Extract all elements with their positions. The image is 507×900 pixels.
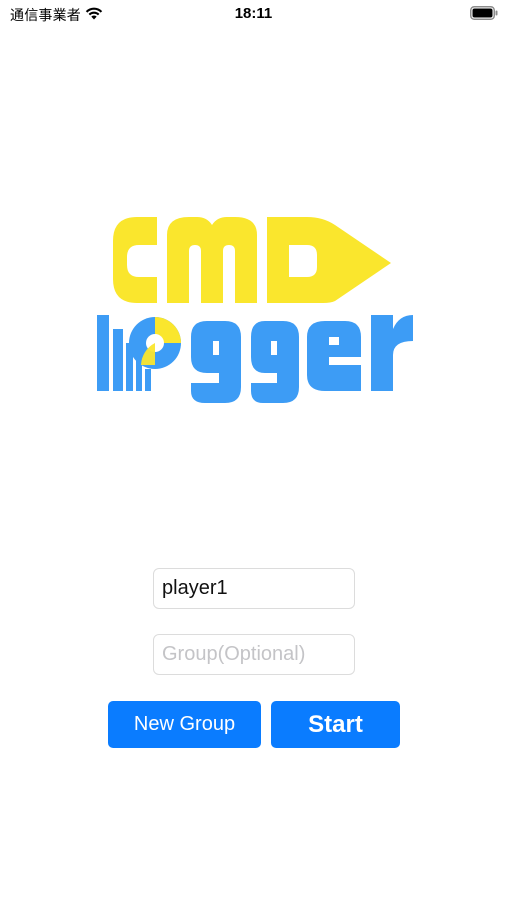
battery-full-icon	[470, 6, 498, 20]
logo-cmd-letters	[113, 217, 391, 303]
start-button[interactable]: Start	[271, 701, 400, 748]
group-name-input[interactable]	[153, 634, 355, 675]
player-name-input[interactable]	[153, 568, 355, 609]
status-bar: 通信事業者 18:11	[0, 0, 507, 28]
new-group-button[interactable]: New Group	[108, 701, 261, 748]
status-time: 18:11	[234, 5, 273, 22]
cmd-logger-logo	[97, 217, 413, 403]
